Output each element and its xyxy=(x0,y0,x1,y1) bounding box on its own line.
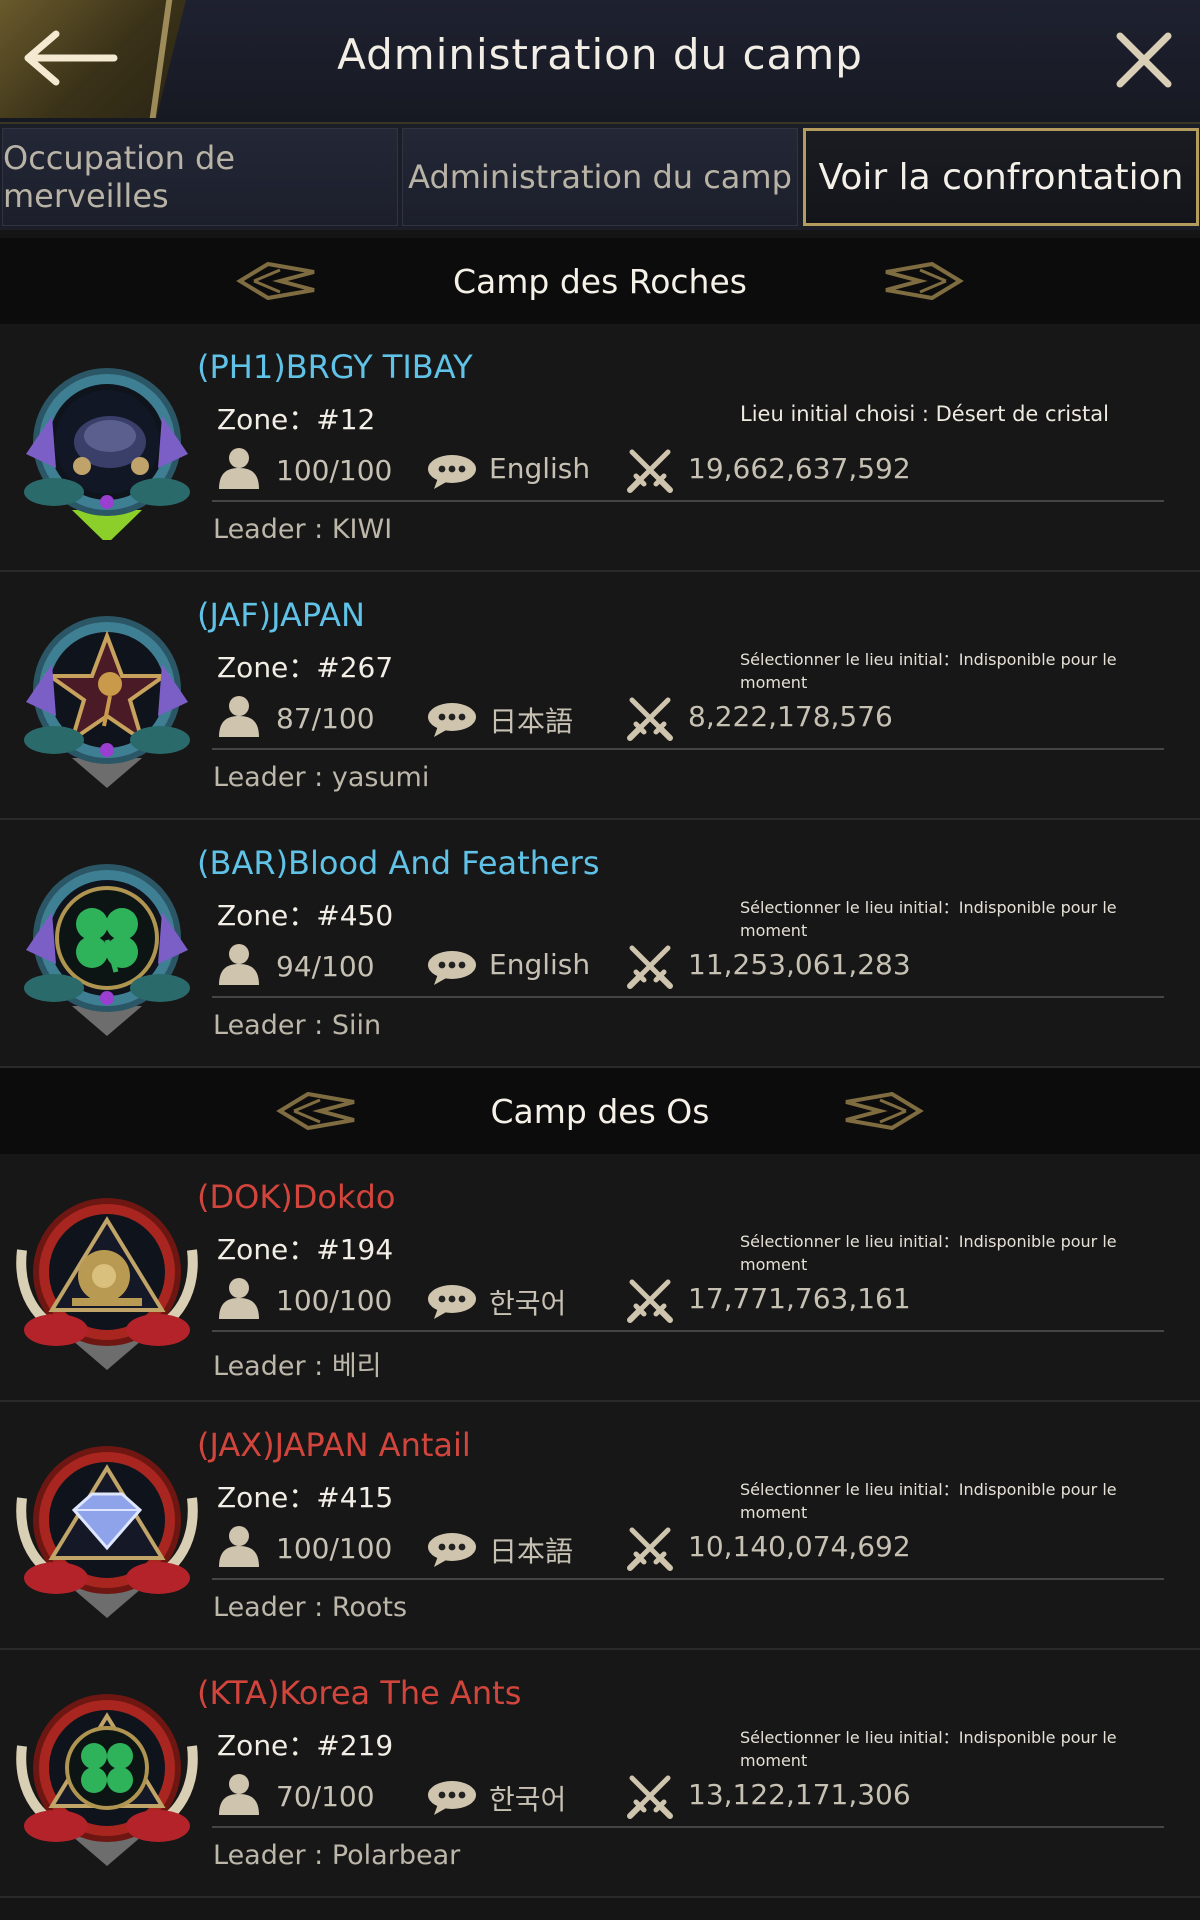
top-bar: Administration du camp xyxy=(0,0,1200,124)
alliance-language: 日本語 xyxy=(489,705,574,738)
alliance-leader: Leader : yasumi xyxy=(213,762,430,793)
row-divider xyxy=(212,748,1164,750)
alliance-power: 19,662,637,592 xyxy=(688,452,911,485)
person-icon xyxy=(216,1276,262,1324)
tab-occupation-merveilles[interactable]: Occupation de merveilles xyxy=(2,128,398,226)
alliance-emblem-icon[interactable] xyxy=(12,1428,202,1618)
initial-location: Sélectionner le lieu initial：Indisponibl… xyxy=(740,1232,1117,1274)
camp-header: Camp des Roches xyxy=(0,238,1200,324)
alliance-emblem-icon[interactable] xyxy=(12,350,202,544)
alliance-emblem-icon[interactable] xyxy=(12,1180,202,1370)
camp-name: Camp des Roches xyxy=(453,261,747,301)
alliance-language: 한국어 xyxy=(489,1287,567,1320)
crossed-swords-icon xyxy=(626,942,674,994)
chat-bubble-icon xyxy=(426,454,478,494)
tab-voir-confrontation[interactable]: Voir la confrontation xyxy=(803,128,1199,226)
alliance-emblem-icon[interactable] xyxy=(12,598,202,788)
alliance-leader: Leader : Polarbear xyxy=(213,1840,461,1871)
close-icon xyxy=(1116,32,1172,88)
alliance-row[interactable]: (JAF)JAPAN Zone：#267 Sélectionner le lieu … xyxy=(0,572,1200,820)
row-divider xyxy=(212,996,1164,998)
person-icon xyxy=(216,1772,262,1820)
chat-bubble-icon xyxy=(426,1780,478,1820)
row-divider xyxy=(212,1826,1164,1828)
tab-bar: Occupation de merveilles Administration … xyxy=(0,124,1200,230)
crossed-swords-icon xyxy=(626,446,674,498)
alliance-zone: Zone：#267 xyxy=(217,651,394,684)
alliance-power: 13,122,171,306 xyxy=(688,1778,911,1811)
person-icon xyxy=(216,942,262,990)
right-ornament-icon xyxy=(880,258,1160,308)
alliance-row[interactable]: (PH1)BRGY TIBAY Zone：#12 Lieu initial choi… xyxy=(0,324,1200,572)
alliance-name[interactable]: (BAR)Blood And Feathers xyxy=(197,844,599,882)
chat-bubble-icon xyxy=(426,950,478,990)
alliance-zone: Zone：#450 xyxy=(217,899,394,932)
initial-location: Sélectionner le lieu initial：Indisponibl… xyxy=(740,1480,1117,1522)
right-ornament-icon xyxy=(840,1088,1120,1138)
initial-location: Sélectionner le lieu initial：Indisponibl… xyxy=(740,1728,1117,1770)
alliance-language: 한국어 xyxy=(489,1783,567,1816)
member-count: 100/100 xyxy=(276,1532,393,1565)
row-divider xyxy=(212,1330,1164,1332)
camp-name: Camp des Os xyxy=(490,1091,710,1131)
chat-bubble-icon xyxy=(426,1532,478,1572)
alliance-power: 8,222,178,576 xyxy=(688,700,893,733)
chat-bubble-icon xyxy=(426,702,478,742)
member-count: 70/100 xyxy=(276,1780,375,1813)
member-count: 94/100 xyxy=(276,950,375,983)
crossed-swords-icon xyxy=(626,1524,674,1576)
alliance-power: 11,253,061,283 xyxy=(688,948,911,981)
alliance-power: 17,771,763,161 xyxy=(688,1282,911,1315)
alliance-name[interactable]: (JAX)JAPAN Antail xyxy=(197,1426,471,1464)
alliance-emblem-icon[interactable] xyxy=(12,846,202,1036)
member-count: 100/100 xyxy=(276,454,393,487)
alliance-leader: Leader : Roots xyxy=(213,1592,408,1623)
alliance-language: English xyxy=(489,948,591,981)
crossed-swords-icon xyxy=(626,1276,674,1328)
alliance-name[interactable]: (PH1)BRGY TIBAY xyxy=(197,348,473,386)
alliance-leader: Leader : Siin xyxy=(213,1010,382,1041)
left-ornament-icon xyxy=(40,258,320,308)
crossed-swords-icon xyxy=(626,1772,674,1824)
alliance-language: 日本語 xyxy=(489,1535,574,1568)
alliance-name[interactable]: (JAF)JAPAN xyxy=(197,596,365,634)
initial-location: Sélectionner le lieu initial：Indisponibl… xyxy=(740,650,1117,692)
alliance-row[interactable]: (BAR)Blood And Feathers Zone：#450 Sélectio… xyxy=(0,820,1200,1068)
alliance-zone: Zone：#415 xyxy=(217,1481,394,1514)
tab-administration-camp[interactable]: Administration du camp xyxy=(402,128,798,226)
person-icon xyxy=(216,694,262,742)
initial-location: Sélectionner le lieu initial：Indisponibl… xyxy=(740,898,1117,940)
row-divider xyxy=(212,1578,1164,1580)
alliance-name[interactable]: (KTA)Korea The Ants xyxy=(197,1674,521,1712)
alliance-name[interactable]: (DOK)Dokdo xyxy=(197,1178,395,1216)
alliance-leader: Leader : KIWI xyxy=(213,514,393,545)
row-divider xyxy=(212,500,1164,502)
camp-header: Camp des Os xyxy=(0,1068,1200,1154)
chat-bubble-icon xyxy=(426,1284,478,1324)
person-icon xyxy=(216,1524,262,1572)
close-button[interactable] xyxy=(1114,30,1174,90)
person-icon xyxy=(216,446,262,494)
alliance-emblem-icon[interactable] xyxy=(12,1676,202,1866)
left-ornament-icon xyxy=(80,1088,360,1138)
member-count: 87/100 xyxy=(276,702,375,735)
alliance-zone: Zone：#12 xyxy=(217,403,376,436)
alliance-row[interactable]: (KTA)Korea The Ants Zone：#219 Sélectionner… xyxy=(0,1650,1200,1898)
alliance-power: 10,140,074,692 xyxy=(688,1530,911,1563)
alliance-zone: Zone：#219 xyxy=(217,1729,394,1762)
alliance-language: English xyxy=(489,452,591,485)
alliance-row[interactable]: (DOK)Dokdo Zone：#194 Sélectionner le lieu … xyxy=(0,1154,1200,1402)
initial-location: Lieu initial choisi : Désert de cristal xyxy=(740,402,1109,426)
alliance-row[interactable]: (JAX)JAPAN Antail Zone：#415 Sélectionner l… xyxy=(0,1402,1200,1650)
crossed-swords-icon xyxy=(626,694,674,746)
alliance-zone: Zone：#194 xyxy=(217,1233,394,1266)
alliance-leader: Leader : 베리 xyxy=(213,1351,382,1382)
member-count: 100/100 xyxy=(276,1284,393,1317)
page-title: Administration du camp xyxy=(337,30,863,79)
